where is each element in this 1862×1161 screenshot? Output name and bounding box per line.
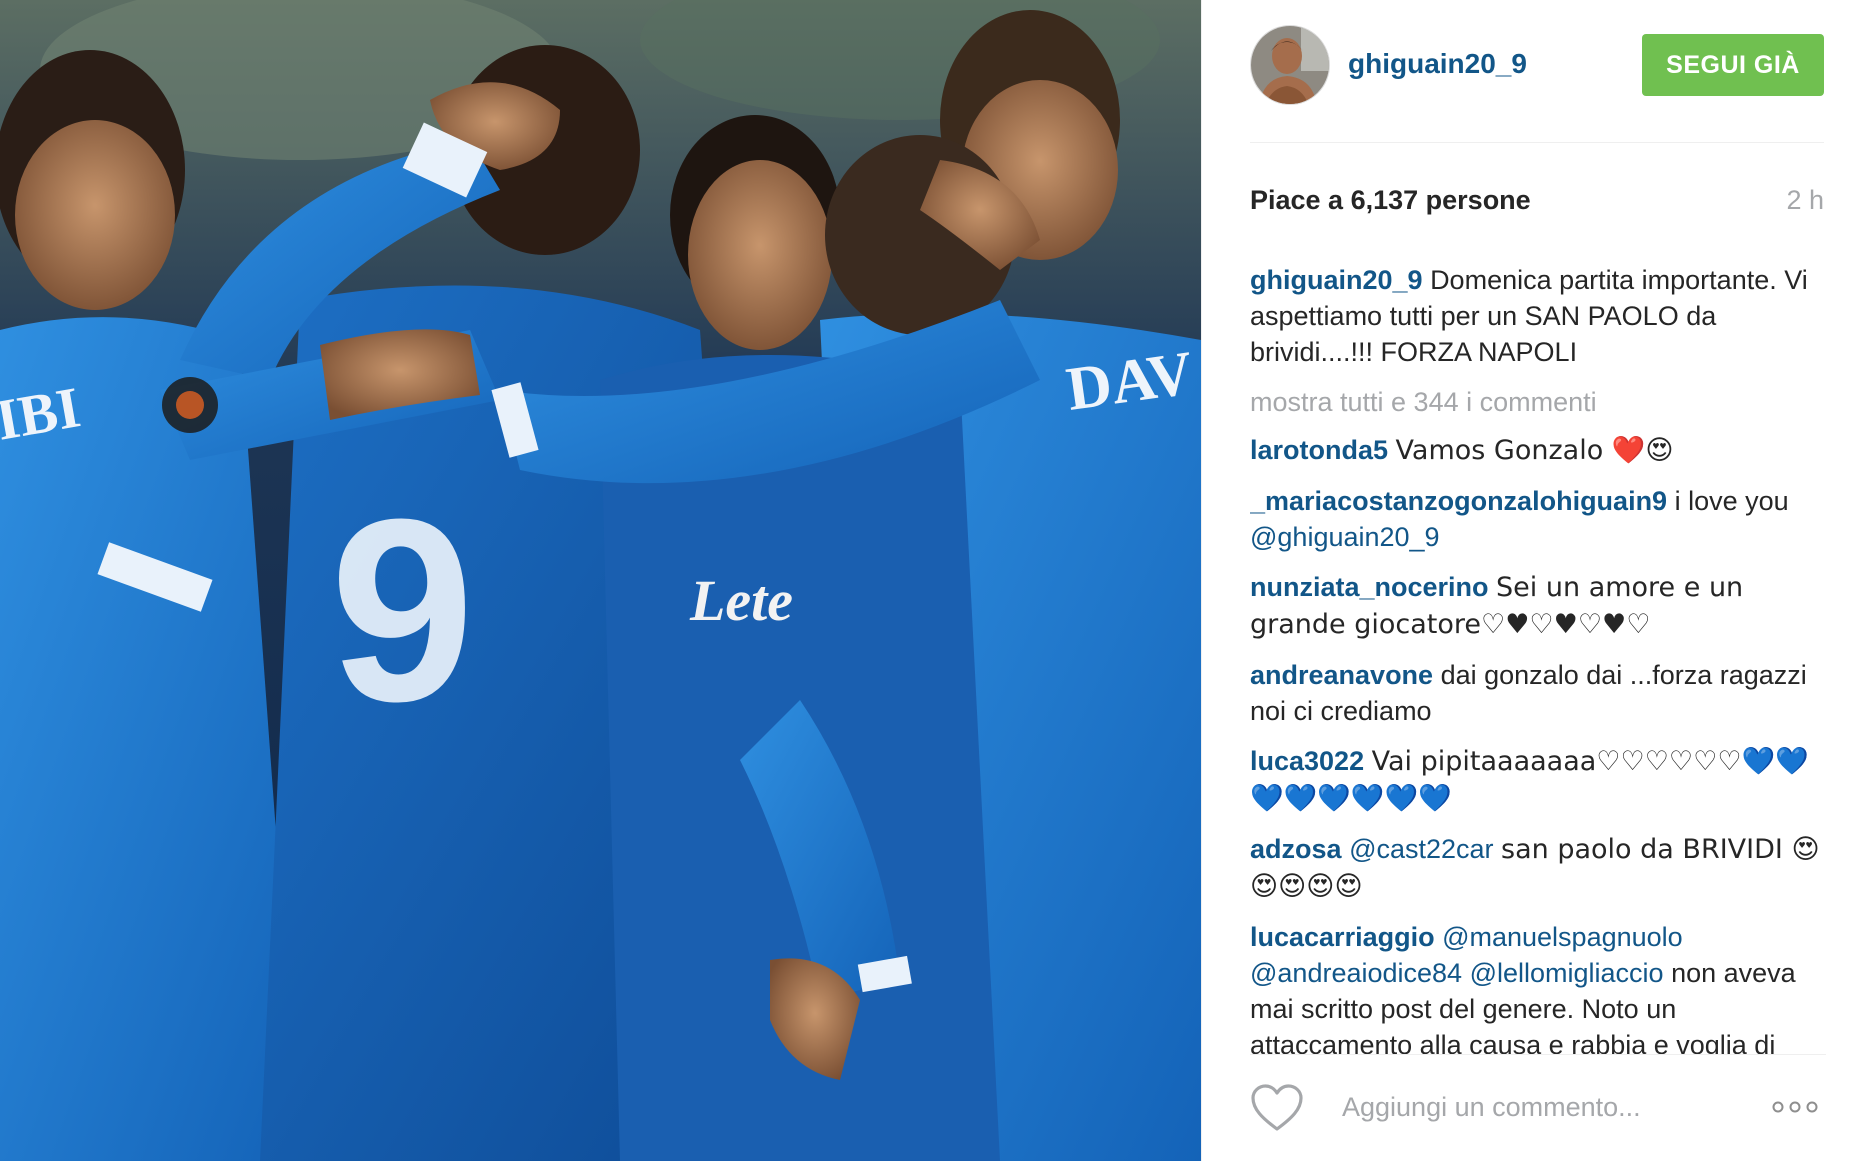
like-button[interactable] xyxy=(1250,1083,1304,1133)
jersey-sponsor: Lete xyxy=(689,568,793,633)
more-options-button[interactable] xyxy=(1770,1095,1820,1119)
load-more-comments-link[interactable]: mostra tutti e 344 i commenti xyxy=(1250,384,1826,420)
post-timestamp[interactable]: 2 h xyxy=(1786,185,1824,216)
likes-suffix: persone xyxy=(1418,185,1531,215)
likes-count: 6,137 xyxy=(1350,185,1419,215)
comment-item: andreanavone dai gonzalo dai ...forza ra… xyxy=(1250,657,1826,729)
post-sidebar: ghiguain20_9 SEGUI GIÀ Piace a 6,137 per… xyxy=(1201,0,1862,1161)
comment-item: _mariacostanzogonzalohiguain9 i love you… xyxy=(1250,483,1826,555)
likes-prefix: Piace a xyxy=(1250,185,1351,215)
comment-mention[interactable]: @andreaiodice84 xyxy=(1250,958,1462,988)
instagram-post: 9 DAV IBI Lete ghiguain20_9 SEGUI GIÀ Pi… xyxy=(0,0,1862,1161)
comment-item: larotonda5 Vamos Gonzalo ❤️😍 xyxy=(1250,432,1826,469)
caption-author[interactable]: ghiguain20_9 xyxy=(1250,265,1423,295)
jersey-number: 9 xyxy=(330,466,475,756)
comment-author[interactable]: andreanavone xyxy=(1250,660,1433,690)
comment-mention[interactable]: @cast22car xyxy=(1349,834,1493,864)
heart-outline-icon xyxy=(1251,1084,1303,1131)
comment-author[interactable]: nunziata_nocerino xyxy=(1250,572,1489,602)
comment-composer xyxy=(1250,1054,1826,1161)
football-team-celebration-image: 9 DAV IBI Lete xyxy=(0,0,1201,1161)
comment-item: nunziata_nocerino Sei un amore e un gran… xyxy=(1250,569,1826,643)
comment-mention[interactable]: @lellomigliaccio xyxy=(1470,958,1664,988)
ellipsis-icon xyxy=(1772,1101,1818,1113)
post-caption: ghiguain20_9 Domenica partita importante… xyxy=(1250,262,1826,370)
comment-author[interactable]: larotonda5 xyxy=(1250,435,1388,465)
comment-list[interactable]: ghiguain20_9 Domenica partita importante… xyxy=(1250,262,1826,1055)
comment-item: luca3022 Vai pipitaaaaaaa♡♡♡♡♡♡💙💙💙💙💙💙💙💙 xyxy=(1250,743,1826,817)
post-author-username[interactable]: ghiguain20_9 xyxy=(1348,48,1527,80)
comment-author[interactable]: _mariacostanzogonzalohiguain9 xyxy=(1250,486,1667,516)
comment-text: Vamos Gonzalo ❤️😍 xyxy=(1395,435,1674,466)
likes-summary[interactable]: Piace a 6,137 persone xyxy=(1250,185,1531,216)
avatar-image xyxy=(1251,26,1329,104)
comment-mention[interactable]: @manuelspagnuolo xyxy=(1442,922,1683,952)
comment-author[interactable]: lucacarriaggio xyxy=(1250,922,1435,952)
comment-item: lucacarriaggio @manuelspagnuolo @andreai… xyxy=(1250,919,1826,1055)
avatar[interactable] xyxy=(1250,25,1330,105)
comment-author[interactable]: luca3022 xyxy=(1250,746,1364,776)
comment-mention[interactable]: @ghiguain20_9 xyxy=(1250,522,1440,552)
post-photo[interactable]: 9 DAV IBI Lete xyxy=(0,0,1201,1161)
comment-item: adzosa @cast22car san paolo da BRIVIDI 😍… xyxy=(1250,831,1826,905)
following-button[interactable]: SEGUI GIÀ xyxy=(1642,34,1824,96)
comment-input[interactable] xyxy=(1340,1081,1774,1133)
comment-author[interactable]: adzosa xyxy=(1250,834,1342,864)
comment-text: i love you xyxy=(1674,486,1789,516)
post-meta: Piace a 6,137 persone 2 h xyxy=(1250,185,1824,221)
post-header: ghiguain20_9 SEGUI GIÀ xyxy=(1250,0,1824,143)
